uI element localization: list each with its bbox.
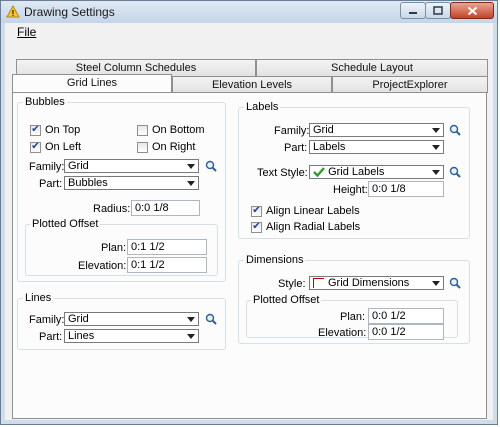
dim-style-value: Grid Dimensions [328, 277, 410, 289]
on-top-label: On Top [45, 124, 81, 136]
drawing-settings-window: Drawing Settings File Steel Column Sched… [0, 0, 498, 425]
on-top-checkbox[interactable]: ✔ On Top [30, 124, 80, 136]
on-left-check-icon: ✔ [30, 141, 41, 153]
labels-family-value: Grid [313, 124, 334, 136]
dims-plan-field[interactable]: 0:0 1/2 [368, 308, 444, 324]
tab-grid-lines[interactable]: Grid Lines [12, 74, 172, 93]
grid-lines-panel: Bubbles ✔ On Top On Bottom ✔ On Left On … [12, 92, 487, 419]
dims-elevation-field[interactable]: 0:0 1/2 [368, 324, 444, 340]
on-right-box [137, 141, 148, 153]
chevron-down-icon [187, 334, 195, 339]
minimize-button[interactable] [400, 2, 426, 19]
height-field[interactable]: 0:0 1/8 [368, 181, 444, 197]
dims-plotted-offset-label: Plotted Offset [251, 294, 322, 306]
window-title: Drawing Settings [24, 5, 115, 19]
dim-style-select[interactable]: Grid Dimensions [309, 276, 444, 290]
labels-family-label: Family: [274, 125, 310, 137]
dims-plan-label: Plan: [340, 311, 366, 323]
menu-file[interactable]: File [17, 25, 36, 39]
tab-schedule-layout[interactable]: Schedule Layout [256, 59, 488, 76]
labels-part-label: Part: [284, 142, 308, 154]
bubbles-group-label: Bubbles [23, 96, 67, 108]
lines-part-select[interactable]: Lines [64, 329, 199, 343]
bubbles-plan-label: Plan: [101, 242, 127, 254]
text-style-display: Grid Labels [313, 166, 384, 178]
tab-project-explorer[interactable]: ProjectExplorer [332, 76, 488, 93]
text-style-value: Grid Labels [328, 166, 385, 178]
on-right-label: On Right [152, 141, 196, 153]
lines-family-select[interactable]: Grid [64, 312, 199, 326]
bubbles-plotted-offset-label: Plotted Offset [30, 218, 101, 230]
chevron-down-icon [187, 181, 195, 186]
align-radial-check-icon: ✔ [251, 221, 262, 233]
radius-label: Radius: [93, 203, 131, 215]
chevron-down-icon [432, 145, 440, 150]
on-top-check-icon: ✔ [30, 124, 41, 136]
title-bar[interactable]: Drawing Settings [1, 1, 497, 23]
radius-field[interactable]: 0:0 1/8 [131, 200, 200, 216]
labels-part-value: Labels [313, 141, 346, 153]
chevron-down-icon [187, 317, 195, 322]
close-button[interactable] [450, 2, 494, 19]
on-left-checkbox[interactable]: ✔ On Left [30, 141, 81, 153]
align-linear-label: Align Linear Labels [266, 205, 360, 217]
labels-part-select[interactable]: Labels [309, 140, 444, 154]
lines-group-label: Lines [23, 292, 54, 304]
minimize-icon [409, 11, 417, 14]
magnifier-icon[interactable] [449, 124, 461, 136]
bubbles-family-label: Family: [29, 161, 65, 173]
dim-style-label: Style: [278, 278, 306, 290]
on-bottom-label: On Bottom [152, 124, 205, 136]
magnifier-icon[interactable] [449, 277, 461, 289]
align-radial-checkbox[interactable]: ✔ Align Radial Labels [251, 221, 360, 233]
dims-elevation-label: Elevation: [318, 327, 367, 339]
height-label: Height: [333, 184, 368, 196]
chevron-down-icon [432, 128, 440, 133]
chevron-down-icon [432, 170, 440, 175]
maximize-icon [433, 6, 443, 15]
maximize-button[interactable] [425, 2, 451, 19]
bubbles-family-select[interactable]: Grid [64, 159, 199, 173]
bubbles-part-value: Bubbles [68, 177, 108, 189]
on-left-label: On Left [45, 141, 82, 153]
labels-group-label: Labels [244, 101, 281, 113]
app-warning-icon [6, 5, 20, 18]
bubbles-elevation-field[interactable]: 0:1 1/2 [127, 257, 207, 273]
on-bottom-box [137, 124, 148, 136]
dimension-icon [313, 278, 324, 289]
bubbles-elevation-label: Elevation: [78, 260, 127, 272]
lines-part-label: Part: [39, 331, 63, 343]
menu-bar: File [5, 23, 493, 41]
on-bottom-checkbox[interactable]: On Bottom [137, 124, 205, 136]
green-check-icon [313, 167, 325, 178]
dimensions-group-label: Dimensions [244, 254, 306, 266]
lines-family-label: Family: [29, 314, 65, 326]
magnifier-icon[interactable] [205, 313, 217, 325]
bubbles-part-label: Part: [39, 178, 63, 190]
text-style-select[interactable]: Grid Labels [309, 165, 444, 179]
bubbles-family-value: Grid [68, 160, 89, 172]
tab-elevation-levels[interactable]: Elevation Levels [172, 76, 332, 93]
align-radial-label: Align Radial Labels [266, 221, 361, 233]
bubbles-part-select[interactable]: Bubbles [64, 176, 199, 190]
text-style-label: Text Style: [257, 167, 308, 179]
lines-part-value: Lines [68, 330, 95, 342]
chevron-down-icon [187, 164, 195, 169]
labels-family-select[interactable]: Grid [309, 123, 444, 137]
dim-style-display: Grid Dimensions [313, 277, 409, 289]
chevron-down-icon [432, 281, 440, 286]
magnifier-icon[interactable] [449, 166, 461, 178]
on-right-checkbox[interactable]: On Right [137, 141, 195, 153]
align-linear-check-icon: ✔ [251, 205, 262, 217]
lines-family-value: Grid [68, 313, 89, 325]
close-icon [467, 6, 477, 15]
align-linear-checkbox[interactable]: ✔ Align Linear Labels [251, 205, 360, 217]
magnifier-icon[interactable] [205, 160, 217, 172]
bubbles-plan-field[interactable]: 0:1 1/2 [127, 239, 207, 255]
